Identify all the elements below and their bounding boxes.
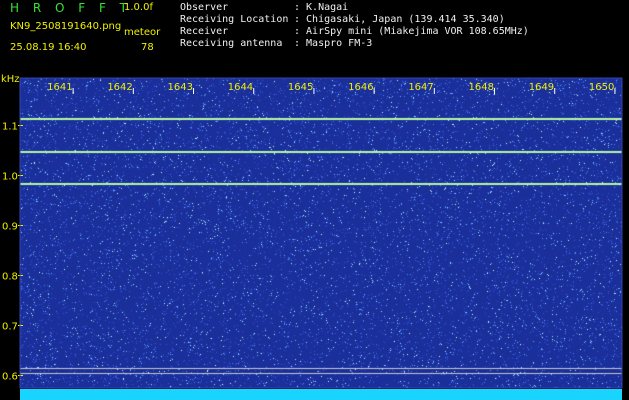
info-key: Observer — [180, 2, 229, 13]
x-tick-label: 1647 — [408, 82, 433, 93]
x-tick-label: 1644 — [228, 82, 253, 93]
meteor-label: meteor — [124, 27, 161, 38]
y-tick-label: 0.8 — [2, 272, 18, 283]
info-row-location: Receiving Location : Chigasaki, Japan (13… — [180, 14, 505, 25]
x-tick-label: 1641 — [47, 82, 72, 93]
info-key: Receiving antenna — [180, 38, 283, 49]
x-tick-label: 1649 — [529, 82, 554, 93]
info-value: : K.Nagai — [294, 2, 349, 13]
info-value: : AirSpy mini (Miakejima VOR 108.65MHz) — [294, 26, 529, 37]
version-label: 1.0.0f — [124, 2, 153, 13]
x-tick-label: 1643 — [168, 82, 193, 93]
info-row-receiver: Receiver : AirSpy mini (Miakejima VOR 108… — [180, 26, 529, 37]
info-key: Receiving Location — [180, 14, 289, 25]
meteor-count: 78 — [141, 42, 154, 53]
y-tick-label: 0.6 — [2, 372, 18, 383]
plot-frame — [19, 77, 623, 389]
spectrogram-axes: 1.1 1.0 0.9 0.8 0.7 0.6 1641 1642 1643 1644 1645 16… — [2, 77, 623, 389]
x-tick-label: 1648 — [469, 82, 494, 93]
x-tick-label: 1642 — [107, 82, 132, 93]
app-logo: H R O F F T — [10, 1, 133, 15]
filename-label: KN9_2508191640.png — [10, 21, 122, 32]
info-value: : Chigasaki, Japan (139.414 35.340) — [294, 14, 505, 25]
info-row-antenna: Receiving antenna : Maspro FM-3 — [180, 38, 372, 49]
info-row-observer: Observer : K.Nagai — [180, 2, 348, 13]
y-tick-label: 0.9 — [2, 222, 18, 233]
y-tick-label: 1.1 — [2, 122, 18, 133]
timestamp-label: 25.08.19 16:40 — [10, 42, 87, 53]
y-tick-label: 0.7 — [2, 322, 18, 333]
x-tick-label: 1646 — [348, 82, 373, 93]
x-tick-label: 1650 — [589, 82, 614, 93]
info-key: Receiver — [180, 26, 229, 37]
info-value: : Maspro FM-3 — [294, 38, 373, 49]
x-tick-label: 1645 — [288, 82, 313, 93]
y-tick-label: 1.0 — [2, 172, 18, 183]
